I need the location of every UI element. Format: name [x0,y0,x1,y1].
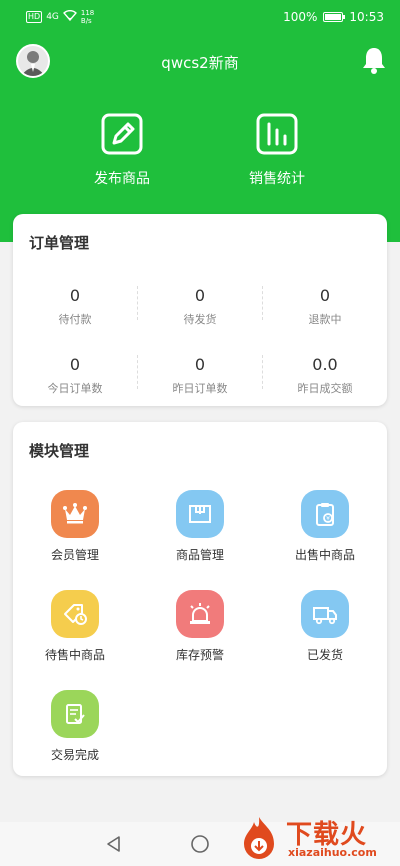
stat-label: 昨日订单数 [172,382,228,395]
sales-stats-button[interactable]: 销售统计 [212,112,342,188]
stat-label: 今日订单数 [47,382,103,395]
stat-label: 待发货 [183,313,217,326]
stat-value: 0 [319,286,331,305]
stat-yesterday-revenue[interactable]: 0.0 昨日成交额 [263,355,387,396]
module-shipped[interactable]: 已发货 [263,590,387,663]
watermark-url: xiazaihuo.com [288,846,377,859]
page-title: qwcs2新商 [161,54,239,72]
stat-refunding[interactable]: 0 退款中 [263,286,387,327]
home-icon[interactable] [190,834,210,858]
net-speed: 118 B/s [81,9,94,25]
back-icon[interactable] [104,834,124,858]
clock: 10:53 [349,10,384,24]
stat-today-orders[interactable]: 0 今日订单数 [13,355,137,396]
order-management-card: 订单管理 0 待付款 0 待发货 0 退款中 0 今日订单数 0 昨日订单数 0… [13,214,387,406]
battery-icon [323,12,346,22]
module-label: 出售中商品 [294,548,355,562]
stat-label: 昨日成交额 [297,382,353,395]
stat-value: 0 [194,355,206,374]
stat-label: 退款中 [308,313,342,326]
flame-logo-icon [244,817,274,859]
module-stock-warning[interactable]: 库存预警 [138,590,262,663]
module-label: 已发货 [306,648,343,662]
stat-value: 0 [69,355,81,374]
module-trade-complete[interactable]: 交易完成 [13,690,137,763]
module-pending-sale[interactable]: 待售中商品 [13,590,137,663]
crown-icon [51,490,99,538]
net-speed-unit: B/s [80,17,92,25]
module-member-management[interactable]: 会员管理 [13,490,137,563]
bell-icon[interactable] [362,46,386,74]
module-label: 商品管理 [175,548,224,562]
module-label: 库存预警 [175,648,224,662]
box-icon [176,490,224,538]
wifi-icon [62,10,77,24]
module-label: 会员管理 [50,548,99,562]
publish-product-button[interactable]: 发布商品 [57,112,187,188]
svg-text:¥: ¥ [326,516,330,523]
module-label: 交易完成 [50,748,99,762]
stat-pending-payment[interactable]: 0 待付款 [13,286,137,327]
alarm-icon [176,590,224,638]
net-speed-value: 118 [80,9,95,17]
clipboard-icon: ¥ [301,490,349,538]
module-management-title: 模块管理 [29,442,90,460]
stat-label: 待付款 [58,313,92,326]
sales-stats-label: 销售统计 [249,171,305,187]
edit-icon [100,112,144,156]
stats-icon [255,112,299,156]
publish-product-label: 发布商品 [94,171,150,187]
module-product-management[interactable]: 商品管理 [138,490,262,563]
stat-value: 0 [194,286,206,305]
tag-clock-icon [51,590,99,638]
stat-yesterday-orders[interactable]: 0 昨日订单数 [138,355,262,396]
order-management-title: 订单管理 [29,234,90,252]
hd-badge: HD [26,11,43,23]
status-bar: HD 4G 118 B/s 100% 10:53 [0,0,400,34]
document-check-icon [51,690,99,738]
truck-icon [301,590,349,638]
battery-percent: 100% [283,10,318,24]
stat-value: 0.0 [312,355,338,374]
signal-indicator: 4G [46,12,59,22]
module-management-card: 模块管理 会员管理 商品管理 ¥ 出售中商品 待售中商品 库存预警 已发货 交易… [13,422,387,776]
stat-pending-shipment[interactable]: 0 待发货 [138,286,262,327]
module-on-sale[interactable]: ¥ 出售中商品 [263,490,387,563]
stat-value: 0 [69,286,81,305]
watermark: 下载火 xiazaihuo.com [234,812,394,866]
module-label: 待售中商品 [44,648,105,662]
